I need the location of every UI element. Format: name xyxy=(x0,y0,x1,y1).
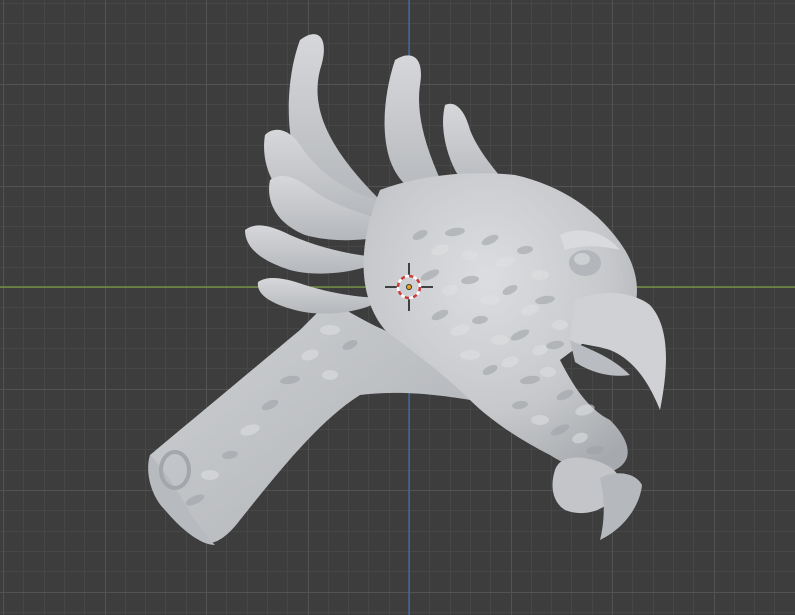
griffin-head-model[interactable] xyxy=(148,34,666,545)
model-jaw-tip xyxy=(600,473,642,540)
model-eye-highlight xyxy=(574,253,590,265)
3d-viewport[interactable] xyxy=(0,0,795,615)
viewport-canvas[interactable] xyxy=(0,0,795,615)
cursor-center-dot xyxy=(406,284,412,290)
